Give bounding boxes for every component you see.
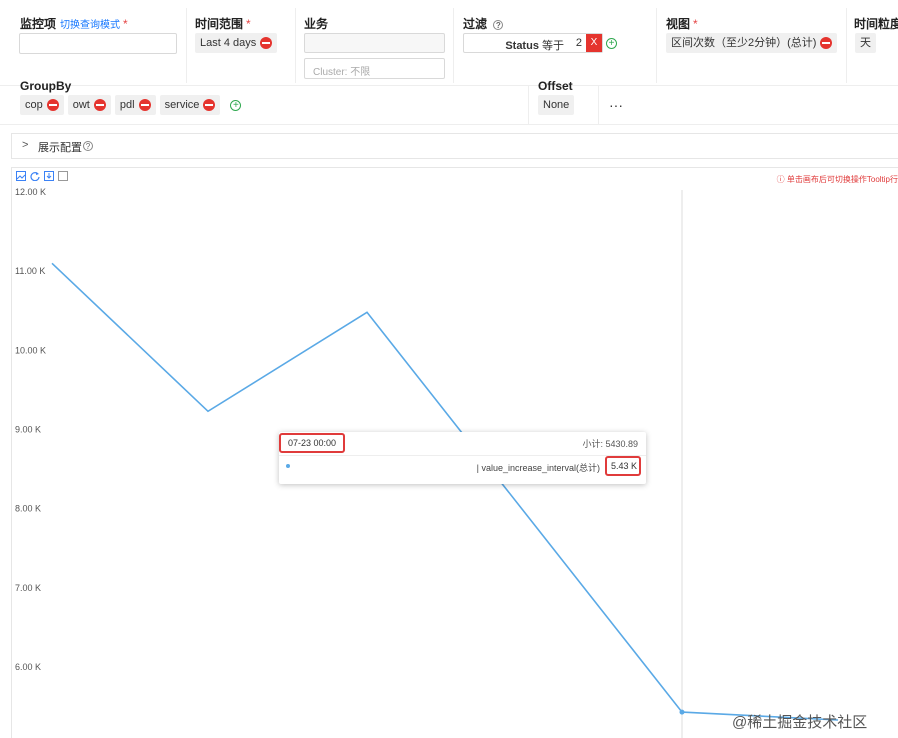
- tooltip-value-box: 5.43 K: [605, 456, 641, 476]
- tooltip-series-name: | value_increase_interval(总计): [476, 463, 600, 473]
- groupby-tag[interactable]: owt: [67, 95, 111, 115]
- filter-value[interactable]: 2: [576, 37, 582, 49]
- monitor-label-text: 监控项: [20, 17, 57, 31]
- remove-icon[interactable]: [203, 99, 216, 111]
- cluster-select[interactable]: Cluster: 不限: [304, 58, 445, 79]
- remove-icon[interactable]: [93, 99, 106, 111]
- time-range-select[interactable]: Last 4 days: [195, 33, 278, 53]
- offset-select[interactable]: None: [538, 95, 575, 115]
- view-value: 区间次数（至少2分钟）(总计): [671, 37, 817, 49]
- granularity-value: 天: [860, 37, 871, 49]
- groupby-tag-label: pdl: [119, 99, 135, 111]
- cluster-placeholder: Cluster: 不限: [313, 67, 371, 78]
- download-icon[interactable]: [44, 171, 54, 181]
- watermark-text: @稀土掘金技术社区: [732, 714, 868, 731]
- help-icon[interactable]: ?: [83, 141, 93, 151]
- tooltip-value: 5.43 K: [611, 461, 638, 471]
- filter-field-op: Status 等于: [505, 37, 564, 53]
- tooltip-subtotal: 小计: 5430.89: [582, 439, 638, 449]
- chart-hint-text: 单击画布后可切换操作Tooltip行: [786, 175, 898, 184]
- remove-icon[interactable]: [260, 37, 273, 49]
- add-groupby-icon[interactable]: +: [230, 99, 242, 111]
- filter-bar: 监控项 切换查询模式 * 时间范围 * Last 4 days 业务 Cluster:…: [0, 0, 898, 125]
- chart-toolbar: [16, 171, 68, 181]
- groupby-tags: cop owt pdl service +: [20, 95, 242, 115]
- fullscreen-icon[interactable]: [58, 171, 68, 181]
- display-config-panel[interactable]: > 展示配置 ?: [11, 133, 898, 159]
- filter-label-text: 过滤: [463, 17, 488, 31]
- more-button[interactable]: ···: [609, 97, 623, 113]
- filter-field: Status: [505, 40, 539, 52]
- groupby-tag-label: owt: [72, 99, 90, 111]
- filter-clear-button[interactable]: X: [586, 34, 602, 52]
- switch-mode-link[interactable]: 切换查询模式: [60, 20, 120, 31]
- groupby-tag-label: service: [164, 99, 200, 111]
- required-mark: *: [246, 17, 251, 31]
- required-mark: *: [693, 17, 698, 31]
- remove-icon[interactable]: [46, 99, 59, 111]
- chevron-right-icon: >: [22, 139, 29, 151]
- groupby-label: GroupBy: [20, 79, 72, 93]
- groupby-tag-label: cop: [25, 99, 43, 111]
- time-range-value: Last 4 days: [200, 37, 257, 49]
- granularity-label: 时间粒度: [854, 17, 898, 31]
- monitor-input[interactable]: [19, 33, 177, 54]
- filter-condition[interactable]: Status 等于 2 X: [463, 33, 603, 53]
- remove-icon[interactable]: [138, 99, 151, 111]
- time-range-label-text: 时间范围: [195, 17, 244, 31]
- chart-hint: ⓘ 单击画布后可切换操作Tooltip行: [777, 174, 898, 185]
- granularity-select[interactable]: 天: [855, 33, 876, 53]
- refresh-icon[interactable]: [30, 171, 40, 181]
- help-icon[interactable]: ?: [493, 20, 504, 30]
- groupby-tag[interactable]: service: [159, 95, 221, 115]
- display-config-label: 展示配置: [38, 142, 82, 154]
- monitor-label: 监控项 切换查询模式 *: [20, 15, 128, 32]
- tooltip-time-box: 07-23 00:00: [279, 433, 345, 453]
- offset-value: None: [543, 99, 570, 111]
- view-label-text: 视图: [666, 17, 691, 31]
- image-icon[interactable]: [16, 171, 26, 181]
- groupby-tag[interactable]: pdl: [114, 95, 156, 115]
- remove-icon[interactable]: [820, 37, 833, 49]
- series-dot: [286, 464, 290, 468]
- view-label: 视图 *: [666, 15, 698, 32]
- chart-tooltip: 07-23 00:00 小计: 5430.89 | value_increase…: [279, 432, 646, 484]
- business-label: 业务: [304, 17, 329, 31]
- filter-op: 等于: [542, 40, 564, 52]
- filter-label: 过滤 ?: [463, 15, 504, 32]
- required-mark: *: [123, 17, 128, 31]
- view-select[interactable]: 区间次数（至少2分钟）(总计): [666, 33, 838, 53]
- tooltip-time: 07-23 00:00: [288, 438, 337, 448]
- business-select[interactable]: [304, 33, 445, 53]
- info-icon: ⓘ: [776, 175, 787, 184]
- time-range-label: 时间范围 *: [195, 15, 251, 32]
- groupby-tag[interactable]: cop: [20, 95, 64, 115]
- add-filter-icon[interactable]: +: [606, 38, 617, 49]
- offset-label: Offset: [538, 79, 573, 93]
